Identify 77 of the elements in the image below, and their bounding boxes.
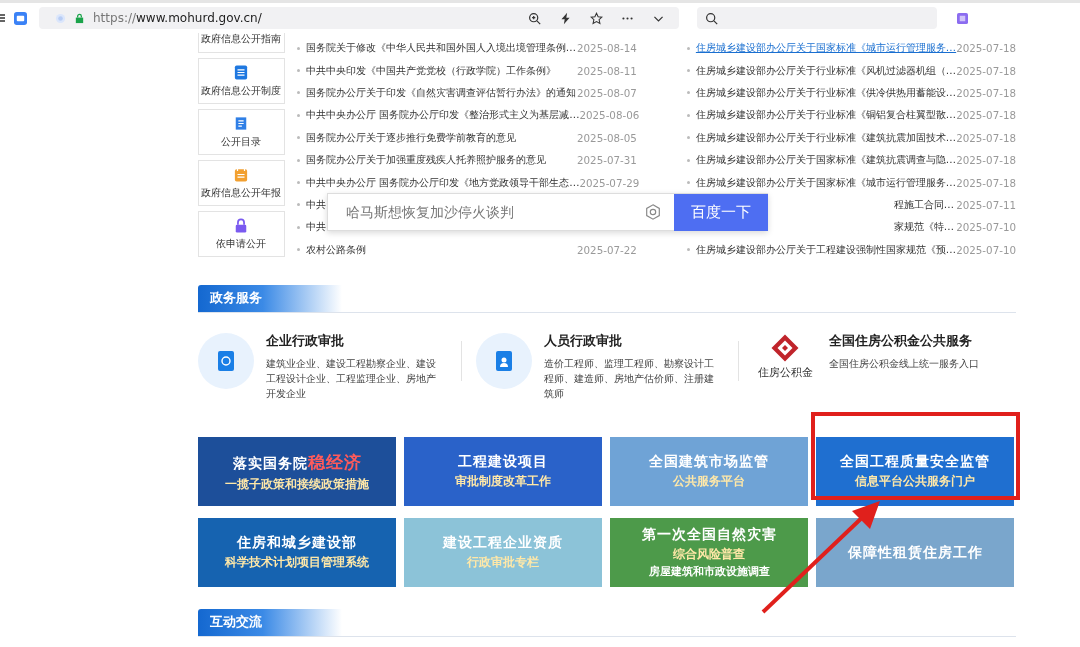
news-date: 2025-08-06	[579, 109, 640, 122]
list-icon	[234, 115, 249, 131]
service-description: 全国住房公积金线上统一服务入口	[829, 357, 981, 371]
news-link[interactable]: 住房城乡建设部办公厅关于工程建设强制性国家规范《预…	[695, 242, 957, 257]
banner-link[interactable]: 住房和城乡建设部 科学技术计划项目管理系统	[198, 518, 396, 587]
news-date: 2025-07-18	[956, 154, 1016, 167]
news-link[interactable]: 住房城乡建设部办公厅关于国家标准《建筑抗震调查与隐…	[695, 153, 957, 168]
service-title[interactable]: 全国住房公积金公共服务	[829, 333, 1000, 350]
news-link[interactable]: 住房城乡建设部办公厅关于行业标准《建筑抗震加固技术…	[695, 130, 957, 145]
news-link[interactable]: 住房城乡建设部办公厅关于行业标准《供冷供热用蓄能设…	[695, 85, 957, 100]
sidebar-item[interactable]: 依申请公开	[198, 211, 285, 257]
news-link[interactable]: 住房城乡建设部办公厅关于行业标准《风机过滤器机组（…	[695, 63, 957, 78]
news-link[interactable]: 国务院办公厅关于印发《自然灾害调查评估暂行办法》的通知	[305, 85, 576, 100]
news-link[interactable]: 中共	[305, 197, 326, 212]
lightning-icon[interactable]	[559, 11, 572, 25]
menu-icon[interactable]	[0, 13, 6, 23]
camera-search-icon[interactable]	[644, 203, 662, 221]
star-icon[interactable]	[590, 11, 603, 25]
diamond-logo-icon	[770, 333, 801, 363]
sidebar-item[interactable]: 政府信息公开指南	[198, 33, 285, 53]
search-icon	[705, 11, 718, 25]
news-date: 2025-07-10	[956, 221, 1016, 234]
news-date: 2025-08-05	[577, 131, 637, 144]
news-link[interactable]: 住房城乡建设部办公厅关于国家标准《城市运行管理服务…	[695, 175, 957, 190]
ai-logo-icon[interactable]	[14, 11, 27, 25]
banner-link[interactable]: 全国工程质量安全监管 信息平台公共服务门户	[816, 437, 1014, 506]
service-title[interactable]: 企业行政审批	[266, 333, 436, 350]
news-link[interactable]: 农村公路条例	[305, 242, 366, 257]
news-date: 2025-07-10	[956, 243, 1016, 256]
search-button[interactable]: 百度一下	[674, 193, 768, 231]
zoom-icon[interactable]	[528, 11, 541, 25]
sidebar-item[interactable]: 政府信息公开年报	[198, 160, 285, 206]
calendar-icon	[234, 166, 249, 182]
lock-icon	[234, 217, 249, 233]
logo-text: 住房公积金	[757, 365, 813, 380]
news-date: 2025-08-07	[577, 86, 637, 99]
news-link[interactable]: 中共	[305, 220, 326, 235]
news-link[interactable]: 住房城乡建设部办公厅关于行业标准《铜铝复合柱翼型散…	[695, 108, 957, 123]
news-link[interactable]: 住房城乡建设部办公厅关于国家标准《城市运行管理服务…	[695, 41, 957, 56]
news-date: 2025-07-18	[956, 64, 1016, 77]
address-bar[interactable]: https://www.mohurd.gov.cn/	[39, 7, 679, 29]
url-text: https://www.mohurd.gov.cn/	[93, 11, 262, 25]
news-date: 2025-07-18	[956, 131, 1016, 144]
news-link[interactable]: 中共中央印发《中国共产党党校（行政学院）工作条例》	[305, 63, 556, 78]
document-icon	[234, 64, 249, 80]
news-date: 2025-07-18	[956, 42, 1016, 55]
news-link[interactable]: 国务院办公厅关于加强重度残疾人托养照护服务的意见	[305, 153, 546, 168]
browser-search-field[interactable]	[697, 7, 937, 29]
news-date: 2025-08-14	[577, 42, 637, 55]
news-link[interactable]: 国务院关于修改《中华人民共和国外国人入境出境管理条例…	[305, 41, 577, 56]
banner-link[interactable]: 工程建设项目 审批制度改革工作	[404, 437, 602, 506]
news-link[interactable]: 中共中央办公厅 国务院办公厅印发《地方党政领导干部生态…	[305, 175, 580, 190]
news-link[interactable]: 程施工合同…	[893, 197, 955, 212]
sidebar-item[interactable]: 政府信息公开制度	[198, 58, 285, 104]
service-description: 造价工程师、监理工程师、勘察设计工程师、建造师、房地产估价师、注册建筑师	[543, 357, 714, 401]
news-link[interactable]: 中共中央办公厅 国务院办公厅印发《整治形式主义为基层减…	[305, 108, 580, 123]
news-link[interactable]: 家规范《特…	[893, 220, 955, 235]
section-heading: 政务服务	[198, 285, 342, 312]
news-date: 2025-08-11	[577, 64, 637, 77]
news-date: 2025-07-29	[579, 176, 640, 189]
sidebar-item[interactable]: 公开目录	[198, 109, 285, 155]
news-date: 2025-07-18	[956, 86, 1016, 99]
site-icon	[55, 12, 66, 24]
extension-icon[interactable]	[957, 12, 968, 24]
news-date: 2025-07-18	[956, 109, 1016, 122]
news-date: 2025-07-11	[956, 198, 1016, 211]
news-date: 2025-07-18	[956, 176, 1016, 189]
news-date: 2025-07-31	[577, 154, 637, 167]
search-field[interactable]: 哈马斯想恢复加沙停火谈判 百度一下	[327, 193, 768, 231]
news-link[interactable]: 国务院办公厅关于逐步推行免费学前教育的意见	[305, 130, 516, 145]
service-description: 建筑业企业、建设工程勘察企业、建设工程设计企业、工程监理企业、房地产开发企业	[266, 357, 436, 401]
banner-link[interactable]: 落实国务院稳经济 一揽子政策和接续政策措施	[198, 437, 396, 506]
news-date: 2025-07-22	[577, 243, 637, 256]
service-title[interactable]: 人员行政审批	[543, 333, 714, 350]
section-heading: 互动交流	[198, 609, 342, 636]
service-icon[interactable]	[198, 333, 254, 389]
lock-icon	[74, 12, 85, 24]
